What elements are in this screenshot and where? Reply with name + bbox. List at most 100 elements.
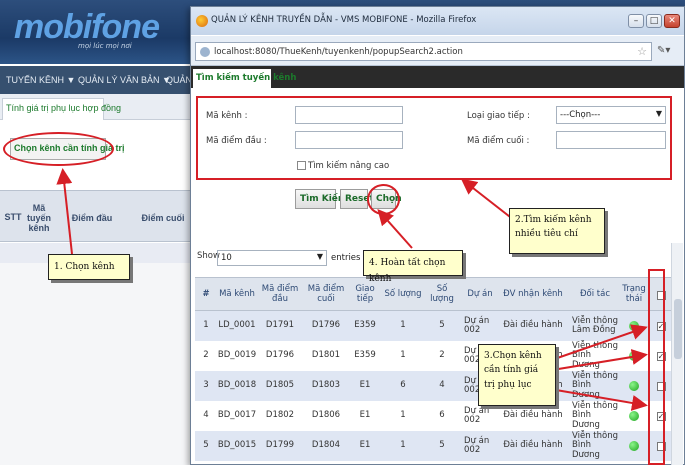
col-diem-dau: Điểm đầu [71, 213, 113, 223]
label-advanced-search: Tìm kiếm nâng cao [308, 161, 390, 171]
cell-ma-kenh: BD_0015 [217, 440, 257, 451]
col-stt: STT [4, 212, 22, 222]
entries-select[interactable]: 10 ▼ [217, 250, 327, 266]
cell-ma-kenh: BD_0017 [217, 410, 257, 421]
nav-quan-ly-van-ban[interactable]: QUẢN LÝ VĂN BẢN ▼ [78, 75, 171, 85]
status-cell [620, 431, 648, 461]
col-so-luong-2[interactable]: Số lượng [424, 278, 460, 312]
table-row[interactable]: 4 BD_0017 D1802 D1806 E1 1 6 Dự án 002 Đài điều … [195, 401, 675, 431]
cell-diem-dau: D1796 [265, 350, 295, 361]
popup-window: QUẢN LÝ KÊNH TRUYỀN DẪN - VMS MOBIFONE -… [190, 6, 685, 465]
search-form: Mã kênh : Mã điểm đầu : Loại giao tiếp :… [196, 96, 672, 180]
status-active-icon [629, 381, 639, 391]
address-bar: localhost:8080/ThueKenh/tuyenkenh/popupS… [191, 36, 684, 66]
chevron-down-icon: ▼ [316, 252, 323, 261]
entries-label: entries [331, 253, 361, 263]
col-du-an[interactable]: Dự án [464, 278, 496, 312]
cell-diem-cuoi: D1806 [311, 410, 341, 421]
cell-du-an: Dự án 002 [464, 435, 490, 455]
cell-diem-dau: D1805 [265, 380, 295, 391]
search-button[interactable]: Tìm Kiếm [295, 189, 347, 209]
status-active-icon [629, 441, 639, 451]
status-active-icon [629, 411, 639, 421]
cell-giao-tiep: E1 [359, 410, 371, 421]
scrollbar-thumb[interactable] [674, 299, 682, 359]
highlight-checkbox-column [648, 269, 665, 465]
cell-sl1: 1 [400, 440, 406, 451]
label-ma-kenh: Mã kênh : [206, 111, 248, 121]
highlight-choose-channel [3, 132, 114, 166]
callout-step3: 3.Chọn kênh cần tính giá trị phụ lục [478, 344, 556, 406]
label-loai-giao-tiep: Loại giao tiếp : [467, 111, 530, 121]
reset-button[interactable]: Reset [340, 189, 374, 209]
cell-doi-tac: Viễn thông Bình Dương [572, 340, 619, 370]
label-ma-diem-cuoi: Mã điểm cuối : [467, 136, 530, 146]
status-active-icon [629, 321, 639, 331]
cell-diem-cuoi: D1796 [311, 320, 341, 331]
cell-ma-kenh: LD_0001 [218, 320, 256, 331]
col-trang-thai[interactable]: Trạng thái [620, 278, 648, 312]
url-field[interactable]: localhost:8080/ThueKenh/tuyenkenh/popupS… [195, 42, 652, 61]
cell-sl1: 1 [400, 350, 406, 361]
tab-tinh-gia-tri[interactable]: Tính giá trị phụ lục hợp đồng [2, 98, 121, 120]
cell-sl2: 5 [439, 320, 445, 331]
cell-ma-kenh: BD_0019 [217, 350, 257, 361]
cell-doi-tac: Viễn thông Lâm Đồng [572, 315, 619, 335]
bookmark-star-icon[interactable]: ☆ [637, 45, 647, 58]
ma-diem-cuoi-input[interactable] [556, 131, 666, 149]
status-cell [620, 311, 648, 341]
cell-dv: Đài điều hành [503, 440, 563, 451]
close-button[interactable]: ✕ [664, 14, 680, 28]
firefox-icon [196, 15, 208, 27]
ma-kenh-input[interactable] [295, 106, 403, 124]
minimize-button[interactable]: – [628, 14, 644, 28]
cell-diem-cuoi: D1801 [311, 350, 341, 361]
callout-step2: 2.Tìm kiếm kênh nhiều tiêu chí [509, 208, 605, 254]
cell-doi-tac: Viễn thông Bình Dương [572, 400, 619, 430]
col-doi-tac[interactable]: Đối tác [572, 278, 618, 312]
nav-tuyen-kenh[interactable]: TUYẾN KÊNH ▼ [6, 75, 75, 85]
loai-giao-tiep-select[interactable]: ---Chọn--- ▼ [556, 106, 666, 124]
cell-sl2: 4 [439, 380, 445, 391]
loai-giao-tiep-value: ---Chọn--- [560, 110, 601, 120]
cell-no: 5 [203, 440, 209, 451]
status-cell [620, 341, 648, 371]
cell-giao-tiep: E359 [354, 350, 376, 361]
col-ma-kenh[interactable]: Mã kênh [217, 278, 257, 312]
cell-sl1: 6 [400, 380, 406, 391]
url-text: localhost:8080/ThueKenh/tuyenkenh/popupS… [214, 47, 463, 57]
cell-du-an: Dự án 002 [464, 315, 490, 335]
globe-icon [200, 47, 210, 57]
advanced-search-checkbox[interactable] [297, 161, 306, 170]
maximize-button[interactable]: □ [646, 14, 662, 28]
cell-diem-cuoi: D1804 [311, 440, 341, 451]
grid-header: # Mã kênh Mã điểm đầu Mã điểm cuối Giao … [195, 277, 675, 311]
status-active-icon [629, 351, 639, 361]
col-ma-diem-dau[interactable]: Mã điểm đầu [258, 278, 302, 312]
cell-sl1: 1 [400, 320, 406, 331]
col-ma-tuyen-kenh: Mã tuyến kênh [26, 203, 51, 233]
page-tab-bar: Tìm kiếm tuyến kênh [191, 66, 684, 88]
table-row[interactable]: 1 LD_0001 D1791 D1796 E359 1 5 Dự án 002 Đài điề… [195, 311, 675, 341]
cell-doi-tac: Viễn thông Bình Dương [572, 430, 619, 460]
window-title: QUẢN LÝ KÊNH TRUYỀN DẪN - VMS MOBIFONE -… [211, 15, 477, 25]
table-row[interactable]: 3BD_0018D1805D1803E164Dự án 002Đài điều … [195, 371, 675, 401]
table-row[interactable]: 2BD_0019D1796D1801E35912Dự án 002Đài điề… [195, 341, 675, 371]
grid-scrollbar[interactable] [671, 243, 683, 465]
ma-diem-dau-input[interactable] [295, 131, 403, 149]
cell-no: 3 [203, 380, 209, 391]
cell-no: 2 [203, 350, 209, 361]
col-ma-diem-cuoi[interactable]: Mã điểm cuối [304, 278, 348, 312]
cell-giao-tiep: E1 [359, 440, 371, 451]
app-body [0, 263, 200, 465]
cell-diem-dau: D1791 [265, 320, 295, 331]
col-no[interactable]: # [195, 278, 217, 312]
cell-diem-cuoi: D1803 [311, 380, 341, 391]
status-cell [620, 401, 648, 431]
col-dv-nhan-kenh[interactable]: ĐV nhận kênh [496, 278, 570, 312]
tab-tim-kiem[interactable]: Tìm kiếm tuyến kênh [193, 69, 296, 88]
cell-no: 4 [203, 410, 209, 421]
addon-icon[interactable]: ✎▾ [657, 45, 670, 56]
table-row[interactable]: 5 BD_0015 D1799 D1804 E1 1 5 Dự án 002 Đài điều … [195, 431, 675, 461]
cell-doi-tac: Viễn thông Bình Dương [572, 370, 619, 400]
